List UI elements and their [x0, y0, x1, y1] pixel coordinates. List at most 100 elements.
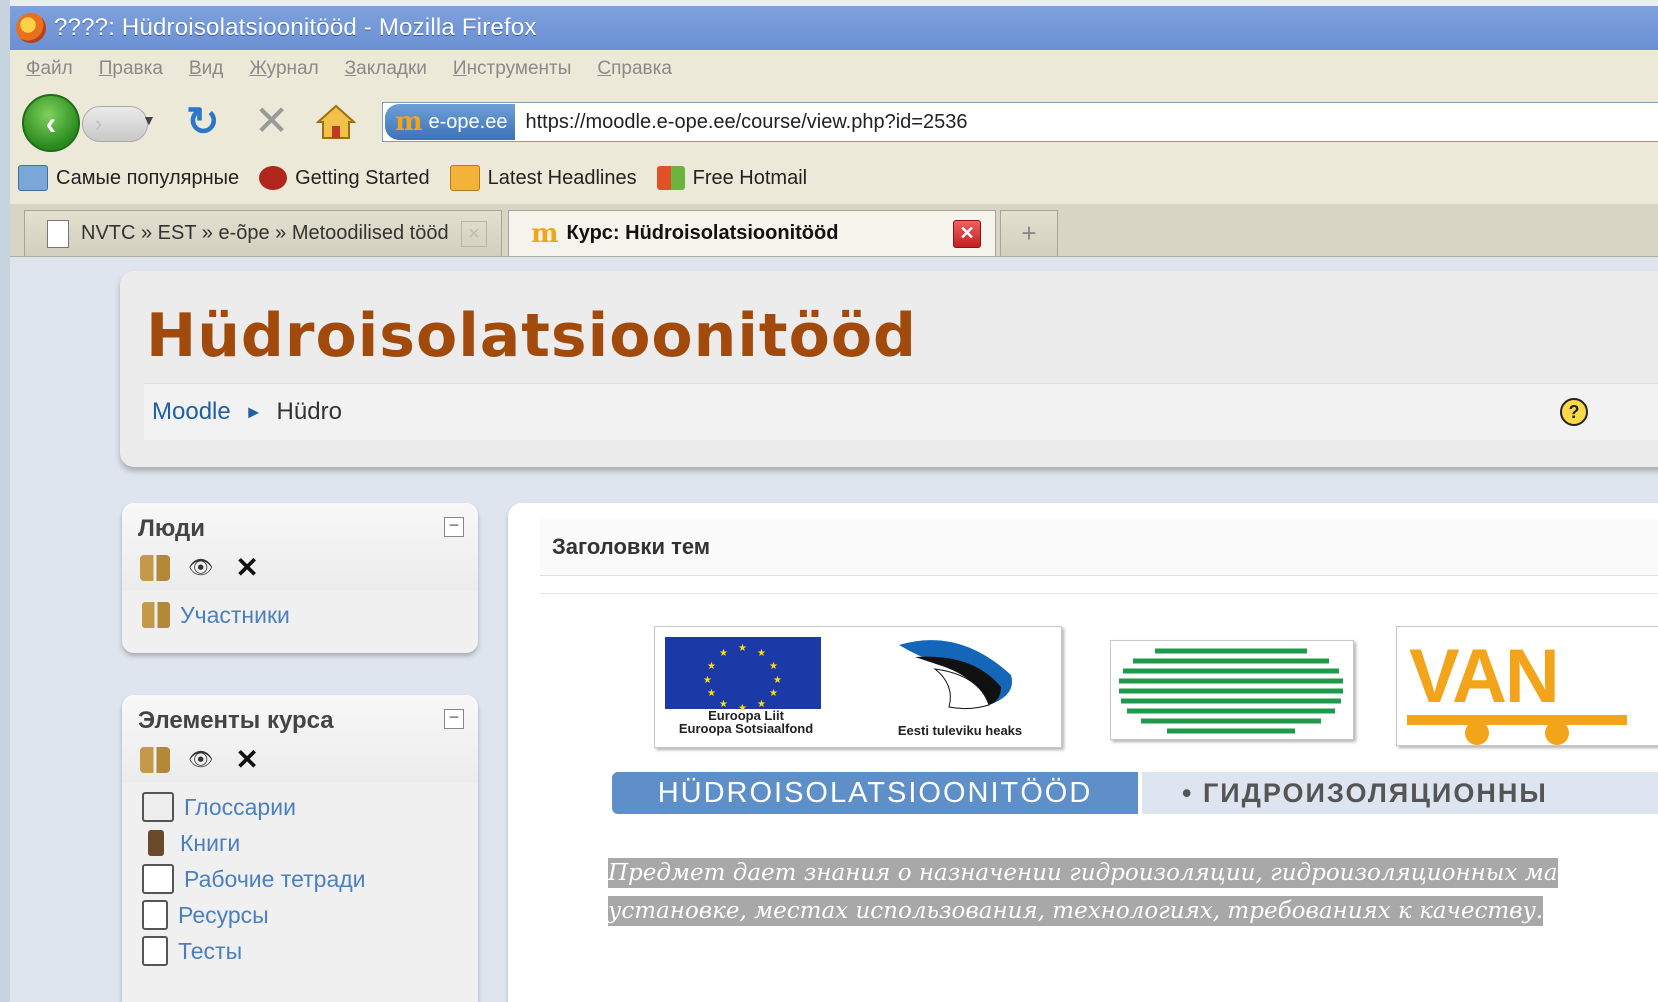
quizzes-link[interactable]: Тесты — [142, 933, 478, 969]
breadcrumb-current: Hüdro — [276, 398, 342, 425]
books-link[interactable]: Книги — [142, 825, 478, 861]
bookmark-label: Getting Started — [295, 166, 430, 189]
course-header: Hüdroisolatsioonitööd Moodle ► Hüdro ? — [120, 271, 1658, 467]
visibility-eye-icon[interactable]: 👁 — [188, 555, 213, 580]
ee-caption: Eesti tuleviku heaks — [897, 723, 1023, 738]
block-header: Люди − 👁 ✕ — [122, 503, 478, 591]
workbook-icon — [142, 864, 174, 894]
back-button[interactable]: ‹ — [22, 94, 80, 152]
participants-link[interactable]: Участники — [142, 597, 478, 633]
stop-icon[interactable]: ✕ — [254, 100, 289, 142]
link-label: Ресурсы — [178, 901, 269, 928]
bookmarks-toolbar: Самые популярные Getting Started Latest … — [10, 152, 1658, 204]
delete-icon[interactable]: ✕ — [235, 551, 258, 584]
forward-arrow-icon: › — [95, 111, 103, 136]
eu-estonia-logo-panel: ★ ★ ★ ★ ★ ★ ★ ★ ★ ★ ★ ★ Euroopa Liit Eur… — [654, 626, 1062, 748]
tab-label: NVTC » EST » e-õpe » Metoodilised tööd — [81, 222, 449, 244]
close-tab-icon[interactable]: ✕ — [953, 219, 981, 248]
block-content: Глоссарии Книги Рабочие тетради Ресурсы … — [122, 783, 478, 969]
striped-globe-logo-icon — [1119, 646, 1344, 734]
assign-roles-icon[interactable] — [140, 746, 170, 773]
topics-header: Заголовки тем — [540, 519, 1658, 576]
menu-bookmarks[interactable]: Закладки — [345, 58, 427, 80]
menu-help[interactable]: Справка — [597, 58, 672, 80]
collapse-icon[interactable]: − — [444, 516, 464, 537]
people-block: Люди − 👁 ✕ Участники — [122, 503, 478, 653]
block-controls: 👁 ✕ — [140, 743, 259, 776]
description-line-1: Предмет дает знания о назначении гидроиз… — [608, 858, 1558, 888]
home-icon[interactable] — [316, 104, 356, 140]
most-visited-icon — [18, 165, 48, 191]
block-content: Участники — [122, 591, 478, 633]
course-banner-est: HÜDROISOLATSIOONITÖÖD — [612, 772, 1138, 814]
eu-caption-line2: Euroopa Sotsiaalfond — [678, 721, 814, 736]
close-tab-icon[interactable]: ✕ — [461, 220, 487, 247]
collapse-icon[interactable]: − — [444, 708, 464, 729]
windows-icon — [656, 166, 685, 190]
back-arrow-icon: ‹ — [45, 104, 57, 141]
delete-icon[interactable]: ✕ — [235, 743, 258, 776]
topics-title: Заголовки тем — [552, 534, 711, 559]
navigation-toolbar: ‹ › ▼ ↻ ✕ m e-ope.ee https://moodle.e-op… — [10, 88, 1658, 152]
menu-tools[interactable]: Инструменты — [453, 58, 571, 80]
bookmark-free-hotmail[interactable]: Free Hotmail — [649, 166, 807, 190]
workbooks-link[interactable]: Рабочие тетради — [142, 861, 478, 897]
glossaries-link[interactable]: Глоссарии — [142, 789, 478, 825]
menu-file[interactable]: Файл — [26, 58, 73, 80]
reload-icon[interactable]: ↻ — [186, 102, 220, 142]
link-label: Глоссарии — [184, 793, 296, 820]
van-cart-logo-icon — [1407, 715, 1627, 745]
bookmark-label: Free Hotmail — [692, 166, 808, 189]
title-bar: ????: Hüdroisolatsioonitööd - Mozilla Fi… — [10, 6, 1658, 50]
firefox-bookmark-icon — [259, 166, 288, 190]
firefox-icon — [16, 13, 46, 43]
bookmark-label: Latest Headlines — [487, 166, 637, 189]
block-title: Элементы курса — [138, 707, 334, 734]
link-label: Книги — [180, 829, 241, 856]
menu-edit[interactable]: Правка — [99, 58, 163, 80]
menu-bar: Файл Правка Вид Журнал Закладки Инструме… — [10, 50, 1658, 89]
link-label: Тесты — [178, 937, 243, 964]
link-label: Рабочие тетради — [184, 865, 366, 892]
page-title: Hüdroisolatsioonitööd — [146, 301, 917, 371]
bookmark-label: Самые популярные — [56, 166, 240, 189]
forward-button[interactable]: › — [82, 106, 148, 142]
new-tab-button[interactable]: + — [1000, 210, 1058, 256]
window-title: ????: Hüdroisolatsioonitööd - Mozilla Fi… — [54, 14, 537, 41]
block-header: Элементы курса − 👁 ✕ — [122, 695, 478, 783]
visibility-eye-icon[interactable]: 👁 — [188, 747, 213, 772]
breadcrumb: Moodle ► Hüdro ? — [144, 383, 1658, 440]
bookmark-getting-started[interactable]: Getting Started — [251, 166, 430, 190]
menu-history[interactable]: Журнал — [249, 58, 318, 80]
tab-course[interactable]: m Курс: Hüdroisolatsioonitööd ✕ — [508, 210, 996, 256]
moodle-logo-icon: m — [395, 107, 423, 137]
help-icon[interactable]: ? — [1560, 398, 1588, 426]
course-banner-ru: • ГИДРОИЗОЛЯЦИОННЫ — [1142, 772, 1658, 814]
menu-view[interactable]: Вид — [189, 58, 223, 80]
eu-caption: Euroopa Liit Euroopa Sotsiaalfond — [661, 709, 831, 735]
tab-metoodilised[interactable]: NVTC » EST » e-õpe » Metoodilised tööd ✕ — [24, 210, 502, 256]
moodle-logo-icon: m — [531, 218, 559, 249]
assign-roles-icon[interactable] — [140, 554, 170, 581]
history-dropdown-icon[interactable]: ▼ — [142, 112, 156, 128]
tab-strip: NVTC » EST » e-õpe » Metoodilised tööd ✕… — [10, 204, 1658, 257]
url-text[interactable]: https://moodle.e-ope.ee/course/view.php?… — [525, 111, 967, 134]
quiz-icon — [142, 936, 168, 966]
browser-window: ????: Hüdroisolatsioonitööd - Mozilla Fi… — [0, 0, 1658, 1002]
site-identity-label: e-ope.ee — [428, 110, 508, 133]
block-title: Люди — [138, 515, 206, 542]
block-controls: 👁 ✕ — [140, 551, 259, 584]
eu-flag-icon: ★ ★ ★ ★ ★ ★ ★ ★ ★ ★ ★ ★ — [665, 637, 821, 714]
tab-label: Курс: Hüdroisolatsioonitööd — [566, 222, 839, 244]
estonian-flag-logo-icon — [899, 640, 1013, 710]
description-line-2: установке, местах использования, техноло… — [608, 896, 1544, 926]
address-bar[interactable]: m e-ope.ee https://moodle.e-ope.ee/cours… — [382, 102, 1658, 142]
glossary-icon — [142, 792, 174, 822]
bookmark-latest-headlines[interactable]: Latest Headlines — [442, 165, 637, 191]
resources-link[interactable]: Ресурсы — [142, 897, 478, 933]
bookmark-most-visited[interactable]: Самые популярные — [10, 165, 239, 191]
site-identity-badge[interactable]: m e-ope.ee — [385, 104, 516, 140]
course-section-0: ★ ★ ★ ★ ★ ★ ★ ★ ★ ★ ★ ★ Euroopa Liit Eur… — [540, 593, 1658, 1002]
plus-icon: + — [1021, 218, 1037, 248]
breadcrumb-home-link[interactable]: Moodle — [152, 398, 231, 426]
